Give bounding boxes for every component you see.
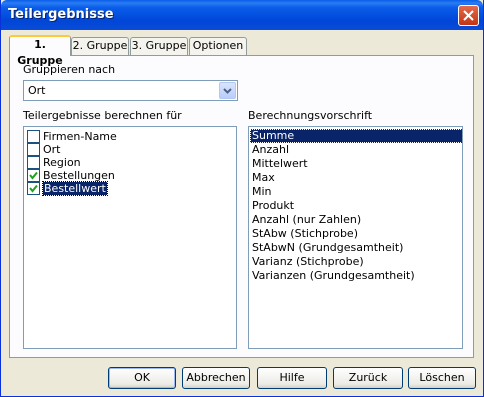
list-item[interactable]: Mittelwert <box>250 157 462 171</box>
list-item[interactable]: Bestellwert <box>27 181 227 196</box>
check-label: Ort <box>43 143 61 156</box>
tab-group-3[interactable]: 3. Gruppe <box>130 37 188 55</box>
check-label: Firmen-Name <box>43 130 117 143</box>
title-bar[interactable]: Teilergebnisse <box>1 0 483 30</box>
group-by-value: Ort <box>28 84 46 97</box>
checkmark-icon <box>29 171 38 180</box>
list-item[interactable]: Produkt <box>250 199 462 213</box>
list-item[interactable]: Varianz (Stichprobe) <box>250 255 462 269</box>
tab-group-1[interactable]: 1. Gruppe <box>9 35 71 67</box>
checkmark-icon <box>29 184 38 193</box>
subtotals-for-label: Teilergebnisse berechnen für <box>23 109 182 122</box>
list-item[interactable]: Bestellungen <box>27 169 227 182</box>
group-by-select[interactable]: Ort <box>23 80 238 101</box>
list-item[interactable]: Min <box>250 185 462 199</box>
chevron-down-icon <box>223 88 232 94</box>
list-item[interactable]: Summe <box>250 129 462 143</box>
list-item[interactable]: Region <box>27 156 227 169</box>
list-item[interactable]: Anzahl <box>250 143 462 157</box>
dropdown-button[interactable] <box>219 82 236 99</box>
cancel-button[interactable]: Abbrechen <box>182 367 250 389</box>
subtotals-for-list[interactable]: Firmen-Name Ort Region Bestellungen Best… <box>23 126 237 349</box>
subtotals-dialog: Teilergebnisse 1. Gruppe 2. Gruppe 3. Gr… <box>0 0 484 397</box>
close-button[interactable] <box>458 5 479 26</box>
delete-button[interactable]: Löschen <box>408 367 476 389</box>
help-button[interactable]: Hilfe <box>257 367 327 389</box>
list-item[interactable]: Max <box>250 171 462 185</box>
check-label: Region <box>43 156 81 169</box>
list-item[interactable]: StAbwN (Grundgesamtheit) <box>250 241 462 255</box>
back-button[interactable]: Zurück <box>333 367 403 389</box>
checkbox[interactable] <box>27 143 40 156</box>
checkbox-checked[interactable] <box>27 182 40 195</box>
close-icon <box>463 10 474 21</box>
checkbox[interactable] <box>27 156 40 169</box>
list-item[interactable]: Ort <box>27 143 227 156</box>
check-label: Bestellungen <box>43 169 115 182</box>
list-item[interactable]: Anzahl (nur Zahlen) <box>250 213 462 227</box>
list-item[interactable]: Firmen-Name <box>27 130 227 143</box>
list-item[interactable]: Varianzen (Grundgesamtheit) <box>250 269 462 283</box>
checkbox[interactable] <box>27 130 40 143</box>
list-item[interactable]: StAbw (Stichprobe) <box>250 227 462 241</box>
tab-group-2[interactable]: 2. Gruppe <box>71 37 129 55</box>
calculation-label: Berechnungsvorschrift <box>248 109 373 122</box>
window-title: Teilergebnisse <box>8 7 114 22</box>
checkbox-checked[interactable] <box>27 169 40 182</box>
ok-button[interactable]: OK <box>108 367 176 389</box>
calculation-list[interactable]: Summe Anzahl Mittelwert Max Min Produkt … <box>248 126 463 349</box>
check-label: Bestellwert <box>42 181 108 196</box>
tab-options[interactable]: Optionen <box>189 37 247 55</box>
